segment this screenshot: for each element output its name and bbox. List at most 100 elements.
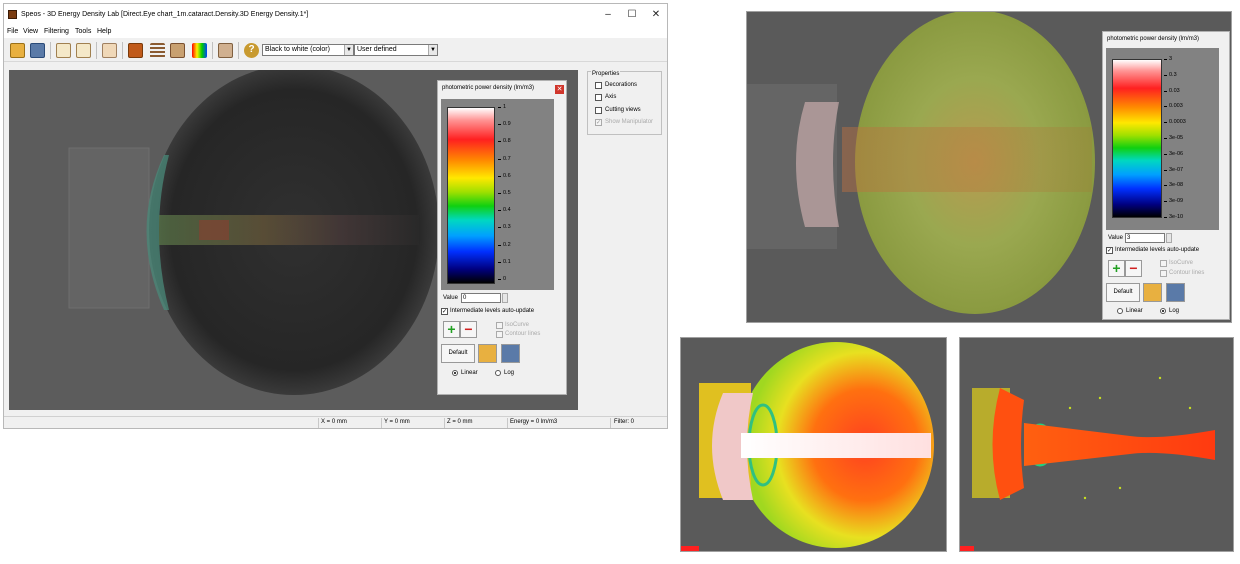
palette-icon[interactable] [192,43,207,58]
auto-update-label: Intermediate levels auto-update [1115,247,1200,253]
log-label: Log [1169,308,1180,314]
colorbar-tick-label: 0.5 [498,190,511,196]
value-spinner[interactable] [1166,233,1172,243]
colorbar-title: photometric power density (lm/m3) [1107,36,1200,42]
value-spinner[interactable] [502,293,508,303]
colorbar-tick-label: 0.0003 [1164,119,1186,126]
status-divider [444,418,445,428]
isocurve-checkbox[interactable] [496,322,503,329]
save-disk-icon[interactable] [30,43,45,58]
auto-update-label: Intermediate levels auto-update [450,308,535,314]
status-divider [610,418,611,428]
close-button[interactable]: ✕ [643,7,669,23]
decorations-label: Decorations [605,82,638,88]
colorbar-tick-label: 3e-05 [1163,135,1184,141]
colorbar-tick-label: 0.2 [498,241,511,248]
menu-file[interactable]: File [7,28,18,35]
colorbar-tick-label: 0.003 [1164,103,1183,110]
add-level-button[interactable]: + [443,321,460,338]
menu-help[interactable]: Help [97,28,111,35]
colorbar-tick-label: 3 [1163,56,1173,62]
chevron-down-icon: ▼ [428,45,437,55]
open-folder-icon[interactable] [10,43,25,58]
colorbar-tick-label: 3e-09 [1163,198,1184,205]
filter-icon[interactable] [170,43,185,58]
colorbar-tick-label: 0.4 [498,207,511,214]
auto-update-checkbox[interactable]: ✓ [441,308,448,315]
open-folder-icon[interactable] [478,344,497,363]
minimize-button[interactable]: – [595,7,621,23]
eye-contour-render [960,376,1215,551]
color-gradient[interactable] [447,107,495,284]
default-button[interactable]: Default [441,344,475,363]
decorations-checkbox[interactable] [595,82,602,89]
contour-lines-checkbox[interactable] [1160,270,1167,277]
status-divider [507,418,508,428]
chevron-down-icon: ▼ [344,45,353,55]
window-title: Speos - 3D Energy Density Lab [Direct.Ey… [21,11,309,18]
save-disk-icon[interactable] [1166,283,1185,302]
contour-lines-checkbox[interactable] [496,331,503,338]
colormap-select[interactable]: Black to white (color) ▼ [262,44,354,56]
eye-isocurve-render [681,342,934,551]
colorbar-tick-label: 3e-08 [1163,182,1184,189]
density-cube-icon[interactable] [128,43,143,58]
linear-radio[interactable] [452,370,458,376]
isocurve-label: IsoCurve [1169,260,1194,266]
add-level-button[interactable]: + [1108,260,1125,277]
isocurve-checkbox[interactable] [1160,260,1167,267]
log-radio[interactable] [1160,308,1166,314]
help-icon[interactable]: ? [244,43,259,58]
menu-filtering[interactable]: Filtering [44,28,69,35]
scale-select[interactable]: User defined ▼ [354,44,438,56]
value-input[interactable]: 3 [1125,233,1165,243]
log-radio[interactable] [495,370,501,376]
auto-update-checkbox[interactable]: ✓ [1106,247,1113,254]
menu-view[interactable]: View [23,28,38,35]
status-bar: X = 0 mm Y = 0 mm Z = 0 mm Energy = 0 lm… [4,416,667,428]
contour-lines-label: Contour lines [505,331,541,337]
levels-icon[interactable] [150,43,165,58]
colorbar-tick-label: 0.3 [498,224,511,231]
remove-level-button[interactable]: − [1125,260,1142,277]
log-label: Log [504,370,515,376]
status-energy: Energy = 0 lm/m3 [510,419,558,425]
3d-view-contour[interactable] [959,337,1234,552]
close-icon[interactable]: ✕ [555,85,564,94]
value-label: Value [443,295,458,301]
save-disk-icon[interactable] [501,344,520,363]
toolbar-separator [96,42,97,59]
cutting-views-checkbox[interactable] [595,107,602,114]
default-button[interactable]: Default [1106,283,1140,302]
show-manipulator-label: Show Manipulator [605,119,654,125]
colorbar-tick-label: 1 [497,104,507,110]
menu-tools[interactable]: Tools [75,28,91,35]
export-icon[interactable] [56,43,71,58]
app-icon [8,10,17,19]
status-filter: Filter: 0 [614,419,635,425]
colorbar-tick-label: 0.6 [498,172,511,179]
color-gradient[interactable] [1112,59,1162,218]
colorbar-tick-label: 0.1 [498,258,511,265]
toolbar-separator [212,42,213,59]
colorbar-tick-label: 0.9 [498,121,511,128]
linear-label: Linear [1126,308,1143,314]
remove-level-button[interactable]: − [460,321,477,338]
show-manipulator-checkbox[interactable]: ✓ [595,119,602,126]
colorbar-tick-label: 0 [497,276,507,282]
status-z: Z = 0 mm [447,419,473,425]
value-input[interactable]: 0 [461,293,501,303]
linear-radio[interactable] [1117,308,1123,314]
colorbar-panel-linear: photometric power density (lm/m3) ✕ 1 0.9… [437,80,567,395]
axis-checkbox[interactable] [595,94,602,101]
document-icon[interactable] [102,43,117,58]
colorbar-tick-label: 0.03 [1164,87,1180,94]
maximize-button[interactable]: ☐ [619,7,645,23]
isocurve-label: IsoCurve [505,322,530,328]
import-icon[interactable] [76,43,91,58]
colorbar-tick-label: 0.3 [1164,71,1177,78]
open-folder-icon[interactable] [1143,283,1162,302]
3d-view-isocurve[interactable] [680,337,947,552]
axis-label: Axis [605,94,617,100]
tools-icon[interactable] [218,43,233,58]
